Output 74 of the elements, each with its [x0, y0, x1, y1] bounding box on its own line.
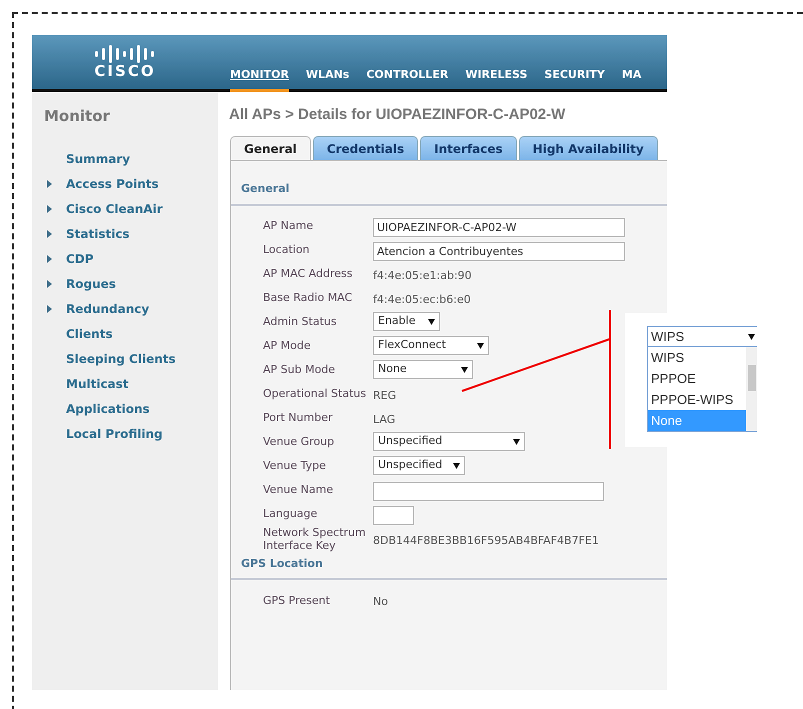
field-label: AP Name [262, 219, 314, 232]
expand-arrow-icon[interactable] [47, 180, 52, 188]
nav-tab[interactable]: WLANs [306, 66, 350, 89]
field-label: AP Mode [262, 339, 312, 352]
caret-icon [428, 318, 435, 324]
sidebar-item[interactable]: Clients [66, 325, 113, 343]
page-title: All APs > Details for UIOPAEZINFOR-C-AP02-W [228, 105, 566, 125]
field-value: REG [373, 388, 396, 402]
dropdown-select[interactable]: None [373, 360, 473, 379]
caret-icon [513, 438, 520, 444]
field-label: Admin Status [262, 315, 338, 328]
dropdown-select[interactable]: Unspecified [373, 456, 465, 475]
sidebar-item[interactable]: Summary [66, 150, 130, 168]
expand-arrow-icon[interactable] [47, 305, 52, 313]
field-label: GPS Present [262, 594, 331, 606]
expand-arrow-icon[interactable] [47, 255, 52, 263]
dropdown-select[interactable]: FlexConnect [373, 336, 489, 355]
sidebar-title: Monitor [43, 106, 111, 127]
logo-bars-icon [93, 45, 157, 63]
dropdown-option[interactable]: PPPOE-WIPS [648, 389, 746, 410]
text-field[interactable] [373, 506, 414, 524]
dropdown-option[interactable]: PPPOE [648, 368, 746, 389]
expand-arrow-icon[interactable] [47, 230, 52, 238]
nav-tab[interactable]: CONTROLLER [366, 66, 448, 89]
field-label: Network Spectrum Interface Key [262, 526, 367, 552]
field-label: AP Sub Mode [262, 363, 336, 376]
section-title: General [231, 181, 667, 206]
sidebar-item[interactable]: Multicast [66, 375, 129, 393]
sidebar-item[interactable]: Applications [66, 400, 150, 418]
caret-icon [748, 334, 755, 340]
field-label: Venue Type [262, 459, 327, 472]
expand-arrow-icon[interactable] [47, 280, 52, 288]
field-label: Location [262, 243, 311, 256]
field-value: f4:4e:05:e1:ab:90 [373, 268, 472, 282]
text-field[interactable]: Atencion a Contribuyentes [373, 242, 625, 260]
sidebar-item[interactable]: Rogues [66, 275, 116, 293]
field-label: Language [262, 507, 318, 520]
field-label: AP MAC Address [262, 267, 354, 280]
tab[interactable]: Interfaces [420, 136, 517, 160]
dropdown-select[interactable]: WIPS [647, 326, 757, 347]
text-field[interactable] [373, 482, 604, 500]
tab[interactable]: High Availability [518, 136, 658, 160]
dropdown-select[interactable]: Unspecified [373, 432, 525, 451]
sidebar-item[interactable]: Redundancy [66, 300, 150, 318]
sidebar-item[interactable]: Sleeping Clients [66, 350, 176, 368]
nav-tab[interactable]: WIRELESS [465, 66, 528, 89]
dropdown-option[interactable]: WIPS [648, 347, 746, 368]
section-title: GPS Location [231, 556, 667, 580]
field-label: Venue Group [262, 435, 336, 448]
dropdown-select[interactable]: Enable [373, 312, 440, 331]
text-field[interactable]: UIOPAEZINFOR-C-AP02-W [373, 218, 625, 236]
caret-icon [461, 366, 468, 372]
field-value: 8DB144F8BE3BB16F595AB4BFAF4B7FE1 [373, 534, 599, 546]
sidebar-item[interactable]: Local Profiling [66, 425, 163, 443]
field-label: Port Number [262, 411, 334, 424]
sidebar-item[interactable]: Cisco CleanAir [66, 200, 163, 218]
nav-tab[interactable]: MA [622, 66, 642, 89]
caret-icon [477, 342, 484, 348]
field-value: f4:4e:05:ec:b6:e0 [373, 292, 471, 306]
field-label: Operational Status [262, 387, 368, 400]
sidebar-item[interactable]: Statistics [66, 225, 130, 243]
dropdown-option[interactable]: None [648, 410, 746, 431]
logo-text: CISCO [94, 64, 156, 79]
field-label: Base Radio MAC [262, 291, 354, 304]
sidebar-item[interactable]: CDP [66, 250, 94, 268]
field-label: Venue Name [262, 483, 334, 496]
field-value: LAG [373, 412, 396, 426]
sidebar-item[interactable]: Access Points [66, 175, 159, 193]
nav-tab[interactable]: SECURITY [544, 66, 605, 89]
field-value: No [373, 595, 388, 608]
caret-icon [453, 462, 460, 468]
tab[interactable]: Credentials [312, 136, 418, 160]
tab[interactable]: General [230, 136, 311, 160]
expand-arrow-icon[interactable] [47, 205, 52, 213]
